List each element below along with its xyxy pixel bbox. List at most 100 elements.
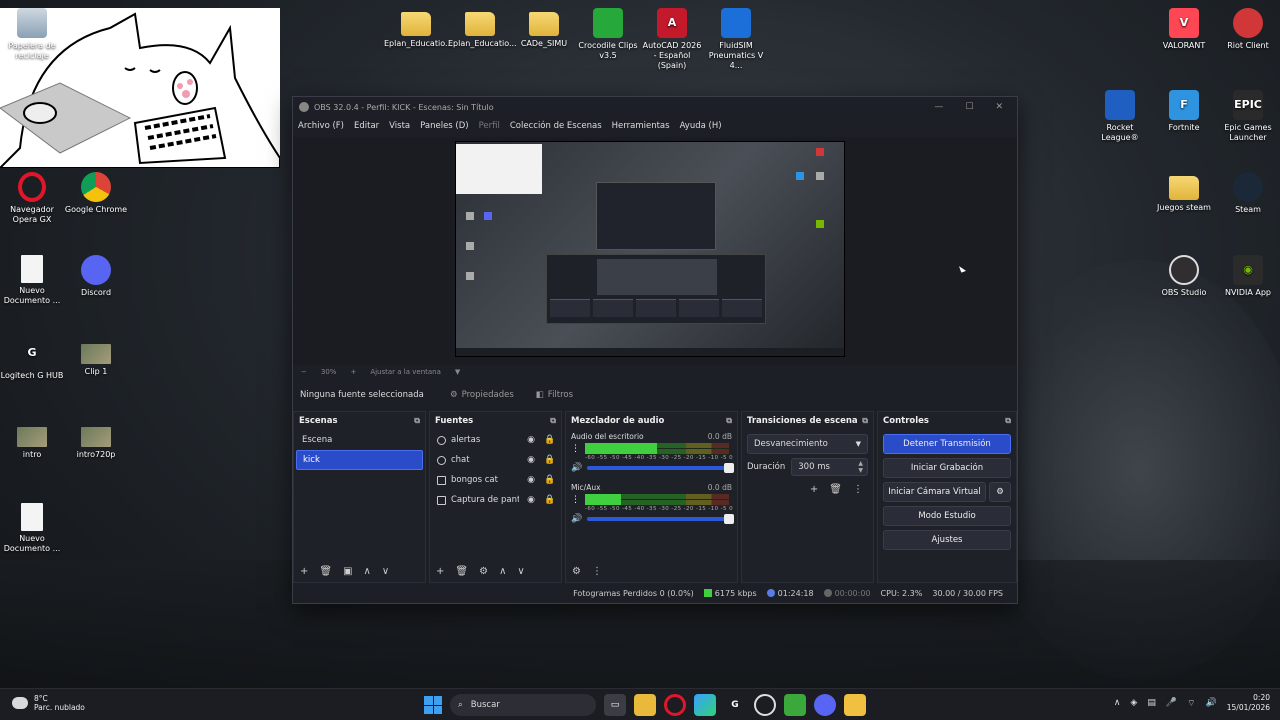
preview-canvas[interactable] <box>455 141 845 357</box>
clock[interactable]: 0:20 15/01/2026 <box>1227 693 1270 713</box>
menu-vista[interactable]: Vista <box>389 121 410 131</box>
transition-select[interactable]: Desvanecimiento ▼ <box>747 434 868 454</box>
lock-icon[interactable]: 🔒 <box>543 455 557 465</box>
eye-icon[interactable]: ◉ <box>524 495 538 505</box>
channel-menu-icon[interactable]: ⋮ <box>571 444 580 454</box>
add-source-icon[interactable]: + <box>436 566 444 577</box>
start-virtual-camera-button[interactable]: Iniciar Cámara Virtual <box>883 482 986 502</box>
desktop-icon-steam[interactable]: Steam <box>1216 172 1280 215</box>
microphone-icon[interactable]: 🎤 <box>1166 698 1177 708</box>
menu-archivo[interactable]: Archivo (F) <box>298 121 344 131</box>
mixer-settings-icon[interactable]: ⚙ <box>572 566 581 577</box>
virtual-camera-settings-button[interactable]: ⚙ <box>989 482 1011 502</box>
source-settings-icon[interactable]: ⚙ <box>479 566 488 577</box>
desktop-icon-eplan1[interactable]: Eplan_Educatio... <box>384 8 453 49</box>
remove-source-icon[interactable]: 🗑 <box>455 566 468 577</box>
menu-paneles[interactable]: Paneles (D) <box>420 121 468 131</box>
minecraft-icon[interactable] <box>784 694 806 716</box>
settings-button[interactable]: Ajustes <box>883 530 1011 550</box>
move-up-icon[interactable]: ∧ <box>364 566 371 577</box>
copilot-icon[interactable] <box>694 694 716 716</box>
move-down-icon[interactable]: ∨ <box>517 566 524 577</box>
zoom-in-button[interactable]: + <box>350 368 356 376</box>
menu-editar[interactable]: Editar <box>354 121 379 131</box>
move-down-icon[interactable]: ∨ <box>382 566 389 577</box>
desktop-icon-autocad[interactable]: A AutoCAD 2026 - Español (Spain) <box>640 8 704 71</box>
scene-item[interactable]: Escena <box>296 430 423 450</box>
desktop-icon-intro720p[interactable]: intro720p <box>64 421 128 460</box>
task-view-icon[interactable]: ▭ <box>604 694 626 716</box>
preview-area[interactable] <box>293 137 1017 365</box>
chevron-up-icon[interactable]: ∧ <box>1114 698 1121 708</box>
desktop-icon-recycle-bin[interactable]: Papelera de reciclaje <box>0 8 64 61</box>
discord-icon[interactable] <box>814 694 836 716</box>
fit-to-window-button[interactable]: Ajustar a la ventana <box>370 368 441 376</box>
stop-streaming-button[interactable]: Detener Transmisión <box>883 434 1011 454</box>
desktop-icon-crocodile[interactable]: Crocodile Clips v3.5 <box>576 8 640 61</box>
desktop-icon-intro[interactable]: intro <box>0 421 64 460</box>
move-up-icon[interactable]: ∧ <box>499 566 506 577</box>
menu-ayuda[interactable]: Ayuda (H) <box>680 121 722 131</box>
file-explorer-icon[interactable] <box>634 694 656 716</box>
dock-menu-icon[interactable]: ⧉ <box>550 416 556 426</box>
dock-menu-icon[interactable]: ⧉ <box>862 416 868 426</box>
desktop-icon-logitech[interactable]: G Logitech G HUB <box>0 338 64 381</box>
desktop-icon-fortnite[interactable]: F Fortnite <box>1152 90 1216 133</box>
app-tray-icon[interactable]: ◈ <box>1130 698 1137 708</box>
desktop-icon-doc2[interactable]: Nuevo Documento ... <box>0 503 64 554</box>
minimize-icon[interactable]: — <box>934 102 943 112</box>
desktop-icon-juegos-steam[interactable]: Juegos steam <box>1152 172 1216 213</box>
desktop-icon-chrome[interactable]: Google Chrome <box>64 172 128 215</box>
source-item[interactable]: bongos cat ◉ 🔒 <box>430 470 561 490</box>
scene-filters-icon[interactable]: ▣ <box>343 566 352 577</box>
desktop-icon-clip1[interactable]: Clip 1 <box>64 338 128 377</box>
maximize-icon[interactable]: ☐ <box>965 102 973 112</box>
desktop-icon-valorant[interactable]: V VALORANT <box>1152 8 1216 51</box>
lock-icon[interactable]: 🔒 <box>543 435 557 445</box>
add-transition-icon[interactable]: + <box>810 484 818 495</box>
wifi-icon[interactable]: ⌔ <box>1187 698 1195 709</box>
logitech-icon[interactable]: G <box>724 694 746 716</box>
speaker-icon[interactable]: 🔊 <box>571 463 582 473</box>
spinner-icon[interactable]: ▲ ▼ <box>858 460 863 474</box>
menu-perfil[interactable]: Perfil <box>479 121 500 131</box>
source-item[interactable]: alertas ◉ 🔒 <box>430 430 561 450</box>
weather-widget[interactable]: 8°C Parc. nublado <box>12 694 85 712</box>
volume-icon[interactable]: 🔊 <box>1206 698 1217 708</box>
opera-gx-icon[interactable] <box>664 694 686 716</box>
desktop-icon-epic[interactable]: EPIC Epic Games Launcher <box>1216 90 1280 143</box>
desktop-icon-riot[interactable]: Riot Client <box>1216 8 1280 51</box>
eye-icon[interactable]: ◉ <box>524 435 538 445</box>
app-icon[interactable] <box>844 694 866 716</box>
volume-slider[interactable] <box>587 514 734 524</box>
windows-start-icon[interactable] <box>424 696 442 714</box>
desktop-icon-discord[interactable]: Discord <box>64 255 128 298</box>
channel-menu-icon[interactable]: ⋮ <box>571 495 580 505</box>
dock-menu-icon[interactable]: ⧉ <box>414 416 420 426</box>
desktop-icon-eplan2[interactable]: Eplan_Educatio... <box>448 8 517 49</box>
filters-button[interactable]: ◧ Filtros <box>530 388 579 402</box>
eye-icon[interactable]: ◉ <box>524 455 538 465</box>
scene-item-selected[interactable]: kick <box>296 450 423 470</box>
obs-icon[interactable] <box>754 694 776 716</box>
desktop-icon-cadesimu[interactable]: CADe_SIMU <box>512 8 576 49</box>
source-item[interactable]: Captura de pantalla◉🔒 <box>430 490 561 510</box>
desktop-icon-obs[interactable]: OBS Studio <box>1152 255 1216 298</box>
zoom-dropdown-icon[interactable]: ▼ <box>455 368 460 376</box>
mixer-menu-icon[interactable]: ⋮ <box>592 566 602 577</box>
add-scene-icon[interactable]: + <box>300 566 308 577</box>
menu-herramientas[interactable]: Herramientas <box>612 121 670 131</box>
desktop-icon-fluidsim[interactable]: FluidSIM Pneumatics V 4... <box>704 8 768 71</box>
desktop-icon-doc1[interactable]: Nuevo Documento ... <box>0 255 64 306</box>
properties-button[interactable]: ⚙ Propiedades <box>444 388 520 402</box>
duration-field[interactable]: 300 ms ▲ ▼ <box>791 458 868 476</box>
start-recording-button[interactable]: Iniciar Grabación <box>883 458 1011 478</box>
zoom-out-button[interactable]: − <box>301 368 307 376</box>
menu-coleccion[interactable]: Colección de Escenas <box>510 121 602 131</box>
eye-icon[interactable]: ◉ <box>524 475 538 485</box>
remove-scene-icon[interactable]: 🗑 <box>319 566 332 577</box>
dock-menu-icon[interactable]: ⧉ <box>726 416 732 426</box>
close-icon[interactable]: ✕ <box>995 102 1003 112</box>
speaker-icon[interactable]: 🔊 <box>571 514 582 524</box>
obs-titlebar[interactable]: OBS 32.0.4 - Perfil: KICK - Escenas: Sin… <box>293 97 1017 117</box>
